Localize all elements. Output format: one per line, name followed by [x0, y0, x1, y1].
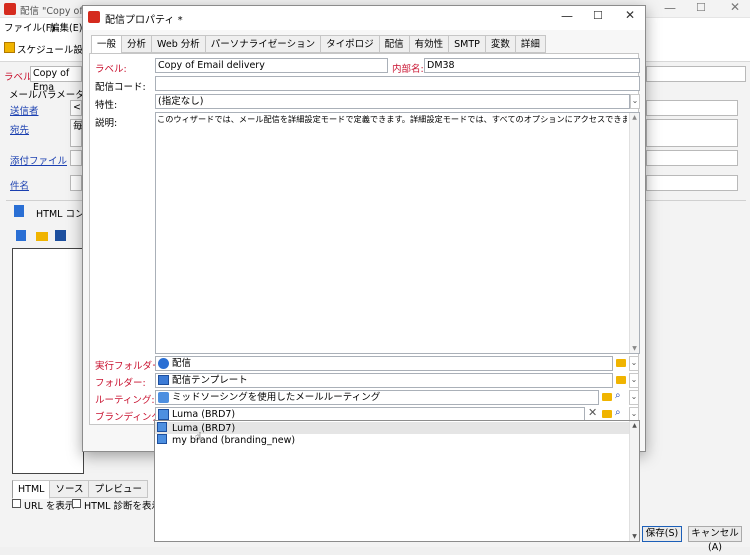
- dialog-title-bar: 配信プロパティ * — ☐ ✕: [83, 6, 645, 30]
- bg-label-field[interactable]: Copy of Ema: [30, 66, 82, 93]
- bg-attachments-link[interactable]: 添付ファイル: [10, 153, 67, 167]
- tab-advanced[interactable]: 詳細: [515, 35, 546, 53]
- branding-browse-icon[interactable]: [602, 410, 612, 418]
- tab-typology[interactable]: タイポロジ: [321, 35, 380, 53]
- app-logo-icon: [88, 11, 100, 23]
- tab-web-analytics[interactable]: Web 分析: [152, 35, 206, 53]
- html-doc-icon: [14, 205, 24, 217]
- bg-html-editor[interactable]: [12, 248, 84, 474]
- tab-general[interactable]: 一般: [91, 35, 123, 54]
- tab-delivery[interactable]: 配信: [379, 35, 410, 53]
- dropdown-item-my-brand[interactable]: my brand (branding_new): [155, 434, 629, 446]
- branding-value: Luma (BRD7): [172, 409, 236, 420]
- nature-label: 特性:: [95, 100, 118, 111]
- tab-analysis[interactable]: 分析: [122, 35, 153, 53]
- label-label: ラベル:: [95, 64, 127, 75]
- mouse-cursor-icon: ☝: [195, 430, 202, 443]
- open-folder-icon[interactable]: [36, 232, 48, 241]
- folder-label: フォルダー:: [95, 378, 146, 389]
- show-html-diag-checkbox[interactable]: [72, 499, 81, 508]
- branding-icon: [158, 409, 169, 420]
- new-doc-icon[interactable]: [16, 230, 26, 241]
- close-icon[interactable]: ✕: [625, 8, 635, 22]
- dropdown-item-label: Luma (BRD7): [172, 423, 236, 434]
- menu-edit[interactable]: 編集(E): [50, 20, 82, 34]
- bg-attachments-field-right[interactable]: [646, 150, 738, 166]
- bg-minimize-icon[interactable]: —: [664, 1, 676, 15]
- nature-select[interactable]: (指定なし): [155, 94, 630, 109]
- branding-clear-icon[interactable]: ✕: [588, 406, 597, 419]
- bg-subject-field-right[interactable]: [646, 175, 738, 191]
- exec-folder-chevron-icon[interactable]: ⌄: [629, 356, 639, 371]
- app-logo-icon: [4, 3, 16, 15]
- save-button[interactable]: 保存(S): [642, 526, 682, 542]
- dropdown-scrollbar[interactable]: ▲ ▼: [629, 421, 639, 541]
- routing-input[interactable]: ミッドソーシングを使用したメールルーティング: [155, 390, 599, 405]
- delivery-code-input[interactable]: [155, 76, 640, 91]
- show-url-checkbox[interactable]: [12, 499, 21, 508]
- folder-chevron-icon[interactable]: ⌄: [629, 373, 639, 388]
- calendar-icon: [4, 42, 15, 53]
- tab-smtp[interactable]: SMTP: [449, 35, 486, 53]
- tab-personalization[interactable]: パーソナライゼーション: [205, 35, 322, 53]
- description-textarea[interactable]: このウィザードでは、メール配信を詳細設定モードで定義できます。詳細設定モードでは…: [155, 112, 640, 354]
- internal-name-label: 内部名:: [392, 64, 424, 75]
- folder-value: 配信テンプレート: [172, 375, 248, 386]
- tab-validity[interactable]: 有効性: [409, 35, 450, 53]
- exec-folder-browse-icon[interactable]: [616, 359, 626, 367]
- internal-name-input[interactable]: DM38: [424, 58, 640, 73]
- bg-maximize-icon[interactable]: ☐: [696, 1, 706, 14]
- bg-sender-field-right[interactable]: [646, 100, 738, 116]
- branding-dropdown: Luma (BRD7) my brand (branding_new) ▲ ▼ …: [154, 420, 640, 542]
- save-disk-icon[interactable]: [55, 230, 66, 241]
- show-url-label: URL を表示: [24, 501, 75, 512]
- show-html-diag-label: HTML 診断を表示: [84, 501, 161, 512]
- branding-icon: [157, 422, 167, 432]
- tab-source[interactable]: ソース: [50, 480, 90, 498]
- exec-folder-value: 配信: [172, 358, 192, 369]
- minimize-icon[interactable]: —: [561, 9, 573, 23]
- template-folder-icon: [158, 375, 169, 385]
- nature-dropdown-chevron-icon[interactable]: ⌄: [630, 94, 640, 109]
- description-text: このウィザードでは、メール配信を詳細設定モードで定義できます。詳細設定モードでは…: [157, 114, 627, 124]
- routing-label: ルーティング:: [95, 395, 155, 406]
- bg-close-icon[interactable]: ✕: [730, 0, 740, 14]
- description-label: 説明:: [95, 118, 118, 129]
- routing-gear-icon: [158, 392, 169, 403]
- dropdown-item-label: my brand (branding_new): [172, 435, 296, 446]
- folder-browse-icon[interactable]: [616, 376, 626, 384]
- dialog-title: 配信プロパティ *: [105, 15, 183, 26]
- bg-subject-link[interactable]: 件名: [10, 178, 29, 192]
- exec-folder-input[interactable]: 配信: [155, 356, 613, 371]
- bg-bottom-tabs: HTML ソース プレビュー: [12, 480, 148, 499]
- bg-recipient-field[interactable]: 毎: [70, 119, 83, 147]
- dropdown-item-luma[interactable]: Luma (BRD7): [155, 422, 629, 434]
- routing-browse-icon[interactable]: [602, 393, 612, 401]
- tab-variables[interactable]: 変数: [485, 35, 516, 53]
- branding-icon: [157, 434, 167, 444]
- dialog-tabs: 一般 分析 Web 分析 パーソナライゼーション タイポロジ 配信 有効性 SM…: [91, 35, 546, 54]
- bg-recipient-field-right[interactable]: [646, 119, 738, 147]
- tab-preview[interactable]: プレビュー: [89, 480, 148, 498]
- bg-sender-link[interactable]: 送信者: [10, 103, 39, 117]
- maximize-icon[interactable]: ☐: [593, 9, 603, 22]
- folder-delivery-icon: [158, 358, 169, 369]
- routing-search-icon[interactable]: ⌕: [615, 390, 621, 401]
- routing-chevron-icon[interactable]: ⌄: [629, 390, 639, 405]
- bg-sender-field[interactable]: <: [70, 100, 82, 116]
- delivery-code-label: 配信コード:: [95, 82, 146, 93]
- bg-attachments-field[interactable]: [70, 150, 82, 166]
- label-input[interactable]: Copy of Email delivery: [155, 58, 388, 73]
- menu-file[interactable]: ファイル(F): [4, 20, 55, 34]
- branding-search-icon[interactable]: ⌕: [615, 407, 621, 418]
- folder-input[interactable]: 配信テンプレート: [155, 373, 613, 388]
- bg-label-field-right[interactable]: [646, 66, 746, 82]
- routing-value: ミッドソーシングを使用したメールルーティング: [172, 392, 381, 403]
- bg-recipient-link[interactable]: 宛先: [10, 122, 29, 136]
- cancel-button[interactable]: キャンセル(A): [688, 526, 742, 553]
- delivery-properties-dialog: 配信プロパティ * — ☐ ✕ 一般 分析 Web 分析 パーソナライゼーション…: [82, 5, 646, 452]
- description-scrollbar[interactable]: ▲ ▼: [629, 113, 639, 353]
- bg-subject-field[interactable]: [70, 175, 82, 191]
- tab-html[interactable]: HTML: [12, 480, 51, 499]
